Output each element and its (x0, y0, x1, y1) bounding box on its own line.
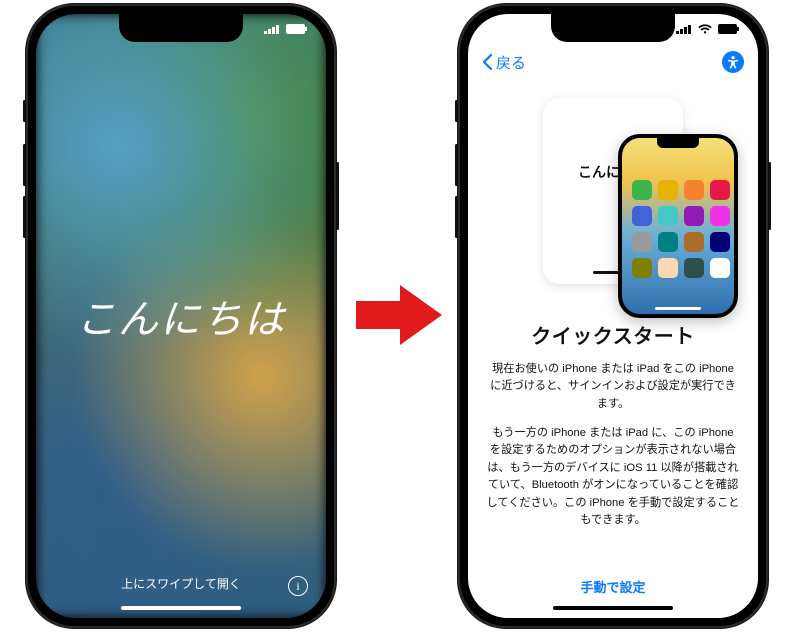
volume-down-button[interactable] (23, 196, 26, 238)
battery-icon (718, 24, 740, 34)
notch (119, 14, 243, 42)
mini-app-icon (710, 232, 730, 252)
quickstart-title: クイックスタート (486, 320, 740, 349)
wifi-icon (698, 24, 712, 34)
mini-app-icon (684, 180, 704, 200)
accessibility-button[interactable] (722, 51, 744, 73)
home-indicator[interactable] (121, 606, 241, 610)
new-device-mini (618, 134, 738, 318)
mini-app-icon (632, 180, 652, 200)
mini-app-icon (710, 206, 730, 226)
quickstart-paragraph-2: もう一方の iPhone または iPad に、この iPhone を設定するた… (486, 425, 740, 529)
mini-app-icon (632, 206, 652, 226)
battery-icon (286, 24, 308, 34)
back-button[interactable]: 戻る (482, 52, 526, 73)
mini-app-icon (658, 258, 678, 278)
info-icon: i (296, 579, 299, 594)
side-button[interactable] (768, 162, 771, 230)
mini-app-icon (710, 180, 730, 200)
mini-home-indicator (655, 307, 701, 310)
back-label: 戻る (496, 52, 526, 73)
chevron-left-icon (482, 54, 492, 70)
status-bar (676, 22, 740, 36)
mini-notch (657, 138, 699, 148)
setup-manually-link[interactable]: 手動で設定 (468, 577, 758, 596)
status-bar (264, 22, 308, 36)
mini-app-icon (684, 206, 704, 226)
side-button[interactable] (336, 162, 339, 230)
hello-text: こんにちは (36, 14, 326, 618)
accessibility-icon (726, 55, 740, 69)
swipe-hint[interactable]: 上にスワイプして開く (36, 575, 326, 592)
home-indicator[interactable] (553, 606, 673, 610)
mini-app-icon (684, 232, 704, 252)
arrow-right-icon (356, 276, 442, 354)
screen-quickstart: 戻る こんにちは (468, 14, 758, 618)
nav-bar: 戻る (468, 48, 758, 76)
volume-down-button[interactable] (455, 196, 458, 238)
iphone-hello: こんにちは 上にスワイプして開く i (26, 4, 336, 628)
iphone-quickstart: 戻る こんにちは (458, 4, 768, 628)
quickstart-illustration: こんにちは (468, 98, 758, 308)
quickstart-body: クイックスタート 現在お使いの iPhone または iPad をこの iPho… (486, 320, 740, 580)
volume-up-button[interactable] (23, 144, 26, 186)
mini-app-icon (658, 206, 678, 226)
mute-switch[interactable] (23, 100, 26, 122)
quickstart-paragraph-1: 現在お使いの iPhone または iPad をこの iPhone に近づけると… (486, 361, 740, 413)
screen-hello[interactable]: こんにちは 上にスワイプして開く i (36, 14, 326, 618)
volume-up-button[interactable] (455, 144, 458, 186)
cellular-icon (264, 24, 280, 34)
mini-app-icon (710, 258, 730, 278)
mini-app-icon (658, 180, 678, 200)
mute-switch[interactable] (455, 100, 458, 122)
cellular-icon (676, 24, 692, 34)
mini-app-icon (632, 232, 652, 252)
info-button[interactable]: i (288, 576, 308, 596)
notch (551, 14, 675, 42)
mini-app-icon (658, 232, 678, 252)
mini-app-icon (684, 258, 704, 278)
mini-app-icon (632, 258, 652, 278)
mini-app-grid (632, 180, 724, 278)
